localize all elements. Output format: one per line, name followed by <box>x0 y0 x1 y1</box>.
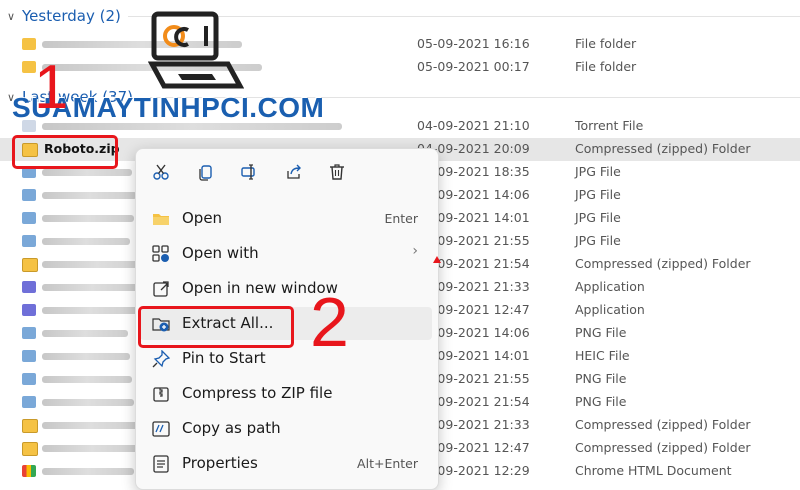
cut-button[interactable] <box>148 159 174 185</box>
blurred-file-name <box>42 352 130 360</box>
menu-item-shortcut: Alt+Enter <box>357 456 418 471</box>
file-type: PNG File <box>575 393 627 409</box>
html-icon <box>22 464 36 477</box>
image-icon <box>22 211 36 224</box>
submenu-indicator <box>433 256 441 263</box>
menu-item-shortcut: Enter <box>384 211 418 226</box>
group-label: Yesterday (2) <box>22 7 121 25</box>
blurred-file-name <box>42 283 142 291</box>
file-date: 04-09-2021 21:10 <box>417 117 530 133</box>
menu-item-label: Open <box>182 209 223 227</box>
share-icon <box>287 164 301 179</box>
delete-button[interactable] <box>324 159 350 185</box>
menu-item-zip[interactable]: Compress to ZIP file <box>140 377 432 410</box>
file-type: Compressed (zipped) Folder <box>575 140 751 156</box>
file-type: Compressed (zipped) Folder <box>575 255 751 271</box>
group-header-yesterday[interactable]: ∨ Yesterday (2) <box>0 5 121 27</box>
image-icon <box>22 395 36 408</box>
menu-item-open-with[interactable]: Open with › <box>140 237 432 270</box>
open-with-icon <box>152 245 170 263</box>
file-type: HEIC File <box>575 347 630 363</box>
step-number-2: 2 <box>310 283 349 361</box>
blurred-file-name <box>42 191 137 199</box>
zip-folder-icon <box>22 441 38 456</box>
share-button[interactable] <box>281 159 307 185</box>
app-icon <box>22 303 36 316</box>
file-type: PNG File <box>575 324 627 340</box>
chevron-down-icon: ∨ <box>6 9 16 23</box>
file-type: JPG File <box>575 209 621 225</box>
file-type: JPG File <box>575 186 621 202</box>
file-date: 05-09-2021 00:17 <box>417 59 530 74</box>
chevron-right-icon: › <box>412 243 418 259</box>
blurred-file-name <box>42 375 132 383</box>
menu-item-new-window[interactable]: Open in new window <box>140 272 432 305</box>
context-menu-toolbar <box>136 149 438 195</box>
pci-logo <box>148 11 244 89</box>
zip-icon <box>152 385 170 403</box>
pin-icon <box>152 349 171 368</box>
zip-folder-icon <box>22 257 38 272</box>
file-type: Chrome HTML Document <box>575 462 732 478</box>
app-icon <box>22 280 36 293</box>
file-type: Application <box>575 301 645 317</box>
blurred-file-name <box>42 237 130 245</box>
image-icon <box>22 326 36 339</box>
file-type: File folder <box>575 36 637 51</box>
blurred-file-name <box>42 168 132 176</box>
file-type: Compressed (zipped) Folder <box>575 416 751 432</box>
copy-path-icon <box>152 420 170 438</box>
copy-button[interactable] <box>193 159 219 185</box>
file-date: 05-09-2021 16:16 <box>417 36 530 51</box>
folder-open-icon <box>152 210 170 228</box>
image-icon <box>22 349 36 362</box>
cut-icon <box>153 164 169 180</box>
menu-item-copy-path[interactable]: Copy as path <box>140 412 432 445</box>
blurred-file-name <box>42 398 134 406</box>
file-type: PNG File <box>575 370 627 386</box>
blurred-file-name <box>42 306 138 314</box>
file-type: JPG File <box>575 232 621 248</box>
image-icon <box>22 234 36 247</box>
menu-item-label: Pin to Start <box>182 349 266 367</box>
image-icon <box>22 372 36 385</box>
menu-item-label: Properties <box>182 454 258 472</box>
properties-icon <box>152 455 170 473</box>
file-row[interactable]: 05-09-2021 00:17 File folder <box>0 56 800 79</box>
file-type: File folder <box>575 59 637 74</box>
rename-icon <box>241 164 255 180</box>
step-number-1: 1 <box>34 53 69 122</box>
copy-icon <box>199 165 212 181</box>
menu-item-label: Copy as path <box>182 419 281 437</box>
rename-button[interactable] <box>236 159 262 185</box>
image-icon <box>22 188 36 201</box>
zip-folder-icon <box>22 418 38 433</box>
file-type: Compressed (zipped) Folder <box>575 439 751 455</box>
menu-item-folder-open[interactable]: Open Enter <box>140 202 432 235</box>
blurred-file-name <box>42 467 134 475</box>
menu-item-properties[interactable]: Properties Alt+Enter <box>140 447 432 480</box>
blurred-file-name <box>42 214 134 222</box>
menu-item-label: Compress to ZIP file <box>182 384 333 402</box>
callout-box-step1 <box>12 135 118 169</box>
blurred-file-name <box>42 329 128 337</box>
blurred-file-name <box>42 421 140 429</box>
file-type: Application <box>575 278 645 294</box>
file-type: JPG File <box>575 163 621 179</box>
file-row[interactable]: 05-09-2021 16:16 File folder <box>0 33 800 56</box>
blurred-file-name <box>42 444 142 452</box>
menu-item-label: Open with <box>182 244 259 262</box>
file-type: Torrent File <box>575 117 644 133</box>
delete-icon <box>330 164 344 180</box>
new-window-icon <box>152 280 170 298</box>
callout-box-step2 <box>138 306 294 348</box>
folder-icon <box>22 38 36 50</box>
